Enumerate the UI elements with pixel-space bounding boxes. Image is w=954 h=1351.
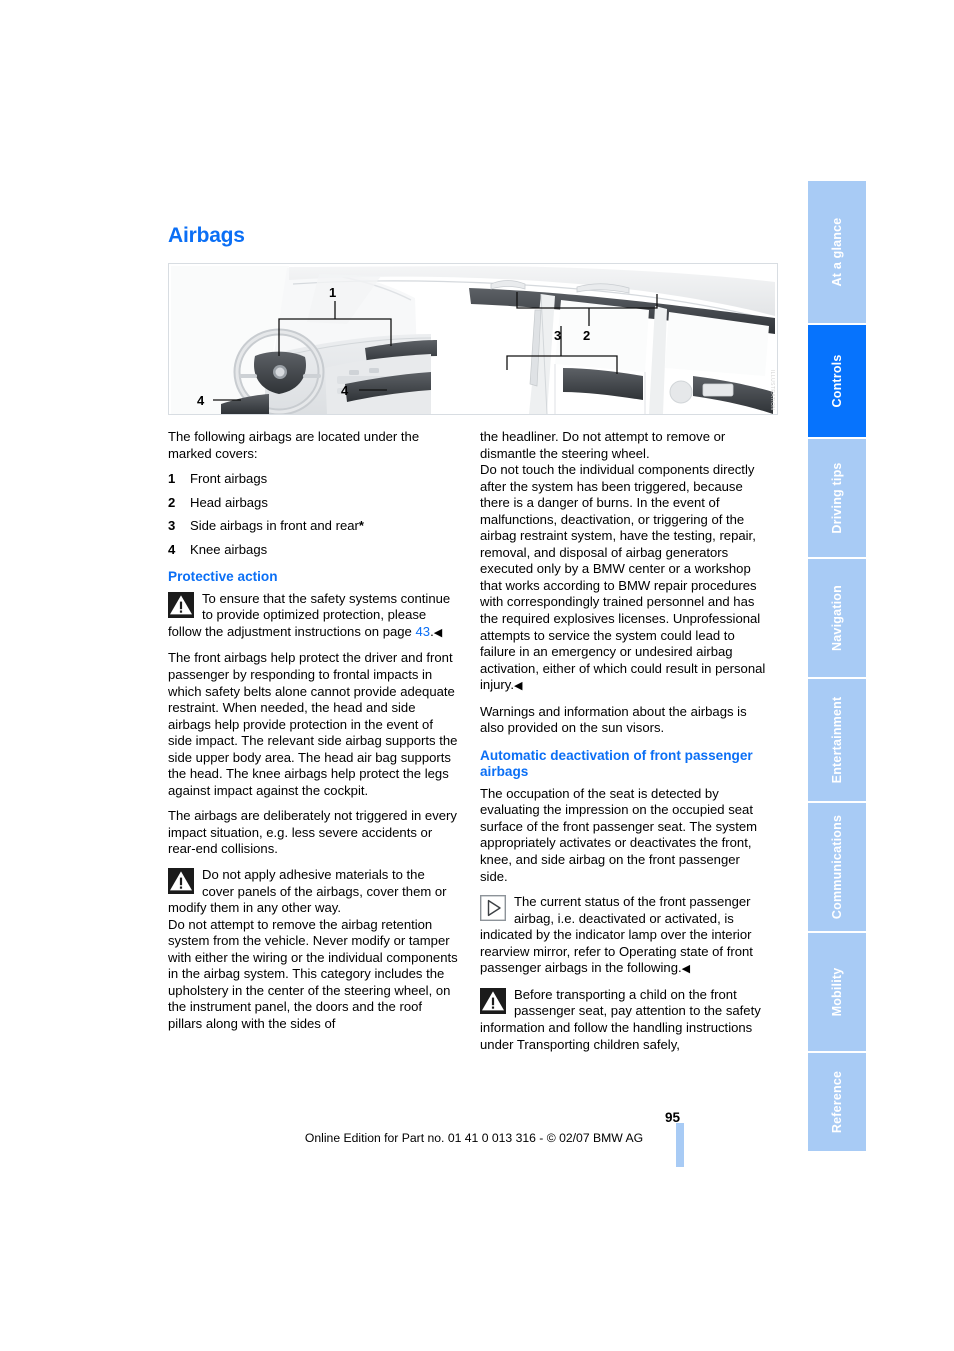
tab-communications-label: Communications bbox=[830, 814, 844, 920]
tab-driving-tips-label: Driving tips bbox=[830, 462, 844, 534]
list-item-number: 2 bbox=[168, 494, 176, 510]
left-text-column: The following airbags are located under … bbox=[168, 429, 458, 1032]
paragraph-seat-occupancy: The occupation of the seat is detected b… bbox=[480, 785, 758, 884]
paragraph-trigger-conditions: The airbags are deliberately not trigger… bbox=[168, 808, 457, 857]
warning-notice-3-text: Before transporting a child on the front… bbox=[480, 986, 761, 1052]
page-number: 95 bbox=[664, 1110, 680, 1125]
warning-notice-2: Do not apply adhesive materials to the c… bbox=[168, 867, 458, 917]
list-item: 3 Side airbags in front and rear* bbox=[168, 518, 458, 535]
tab-mobility[interactable]: Mobility bbox=[808, 933, 866, 1051]
tab-entertainment-label: Entertainment bbox=[830, 696, 844, 784]
note-notice-1-text: The current status of the front passenge… bbox=[480, 894, 753, 976]
subheading-protective-action: Protective action bbox=[168, 569, 278, 585]
callout-2: 2 bbox=[583, 328, 590, 343]
tab-at-a-glance-label: At a glance bbox=[830, 217, 844, 287]
footer-edition-text: Online Edition for Part no. 01 41 0 013 … bbox=[304, 1131, 644, 1145]
list-item: 4 Knee airbags bbox=[168, 542, 458, 559]
list-item-label: Side airbags in front and rear* bbox=[190, 518, 364, 534]
list-item-label: Front airbags bbox=[190, 471, 268, 487]
list-item-number: 4 bbox=[168, 541, 176, 557]
footer-accent-rule bbox=[676, 1123, 684, 1167]
list-item-label: Head airbags bbox=[190, 494, 268, 510]
list-item: 2 Head airbags bbox=[168, 495, 458, 512]
callout-3: 3 bbox=[554, 328, 561, 343]
tab-reference[interactable]: Reference bbox=[808, 1053, 866, 1151]
warning-triangle-icon bbox=[168, 591, 194, 618]
end-mark: ◀ bbox=[681, 963, 691, 976]
paragraph-sun-visor-info: Warnings and information about the airba… bbox=[480, 703, 747, 736]
tab-navigation-label: Navigation bbox=[830, 585, 844, 651]
tab-at-a-glance[interactable]: At a glance bbox=[808, 181, 866, 323]
page-cross-reference[interactable]: 43 bbox=[415, 624, 430, 639]
callout-4-center: 4 bbox=[341, 383, 349, 398]
tab-navigation[interactable]: Navigation bbox=[808, 559, 866, 677]
end-mark: ◀ bbox=[513, 680, 523, 693]
illustration-credit: ILLUSTRATION bbox=[769, 369, 775, 410]
callout-1: 1 bbox=[329, 285, 336, 300]
subheading-automatic-deactivation: Automatic deactivation of front passenge… bbox=[480, 747, 753, 780]
manual-page: At a glance Controls Driving tips Naviga… bbox=[0, 0, 954, 1351]
intro-paragraph: The following airbags are located under … bbox=[168, 429, 420, 461]
list-item-number: 3 bbox=[168, 518, 176, 534]
list-item-label: Knee airbags bbox=[190, 541, 268, 557]
right-text-column: the headliner. Do not attempt to remove … bbox=[480, 429, 770, 1053]
tab-controls[interactable]: Controls bbox=[808, 325, 866, 437]
tab-communications[interactable]: Communications bbox=[808, 803, 866, 931]
warning-notice-3: Before transporting a child on the front… bbox=[480, 987, 770, 1053]
tab-entertainment[interactable]: Entertainment bbox=[808, 679, 866, 801]
section-tab-rail: At a glance Controls Driving tips Naviga… bbox=[808, 181, 866, 1151]
warning-triangle-icon bbox=[480, 987, 506, 1014]
warning-triangle-icon bbox=[168, 867, 194, 894]
paragraph-front-airbag-function: The front airbags help protect the drive… bbox=[168, 650, 458, 798]
paragraph-do-not-modify: Do not attempt to remove the airbag rete… bbox=[168, 916, 458, 1031]
paragraph-service-warning: Do not touch the individual components d… bbox=[480, 462, 766, 693]
tab-mobility-label: Mobility bbox=[830, 967, 844, 1017]
end-mark: ◀ bbox=[433, 626, 443, 639]
callout-4-left: 4 bbox=[197, 393, 205, 408]
paragraph-continued: the headliner. Do not attempt to remove … bbox=[480, 429, 726, 461]
airbag-location-illustration: 1 2 3 4 4 ILLUSTRATION bbox=[168, 263, 778, 415]
warning-notice-2-text: Do not apply adhesive materials to the c… bbox=[168, 866, 447, 916]
note-arrow-icon bbox=[480, 895, 506, 922]
airbag-list: 1 Front airbags 2 Head airbags 3 Side ai… bbox=[168, 471, 458, 558]
page-title: Airbags bbox=[168, 224, 245, 247]
warning-notice-1: To ensure that the safety systems contin… bbox=[168, 591, 458, 642]
note-notice-1: The current status of the front passenge… bbox=[480, 894, 770, 978]
tab-reference-label: Reference bbox=[830, 1070, 844, 1134]
list-item-number: 1 bbox=[168, 471, 176, 487]
tab-controls-label: Controls bbox=[830, 354, 844, 408]
list-item: 1 Front airbags bbox=[168, 471, 458, 488]
tab-driving-tips[interactable]: Driving tips bbox=[808, 439, 866, 557]
warning-notice-1-text: To ensure that the safety systems contin… bbox=[168, 590, 451, 639]
